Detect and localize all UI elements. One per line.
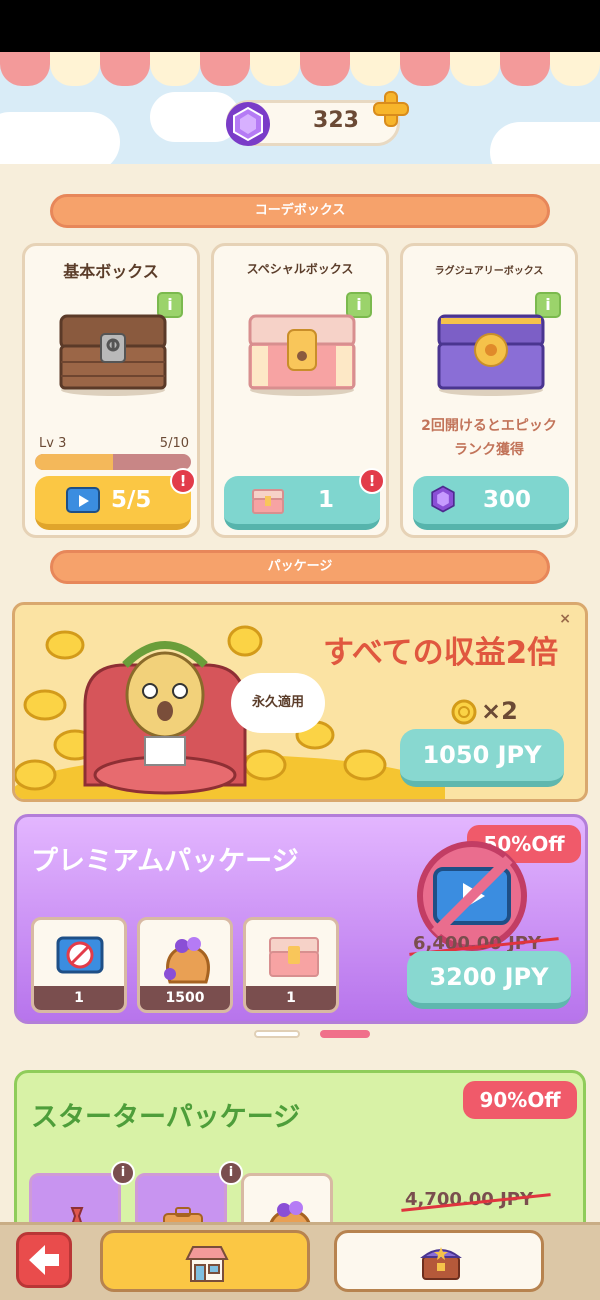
- shop-tab[interactable]: [100, 1230, 310, 1292]
- level-progress-bar: [35, 454, 191, 470]
- premium-package-card[interactable]: プレミアムパッケージ 50%Off 1 1500 1 6,400.00 JPY: [14, 814, 588, 1024]
- special-chest-icon: [248, 314, 356, 396]
- button-label: 5/5: [111, 487, 152, 513]
- add-gems-button[interactable]: [370, 88, 412, 130]
- watch-ad-open-button[interactable]: 5/5: [35, 476, 191, 530]
- status-bar: [0, 0, 600, 52]
- promo-buy-button[interactable]: 1050 JPY: [400, 729, 564, 787]
- starter-package-title: スターターパッケージ: [31, 1102, 301, 1133]
- special-chest-small-icon: [252, 489, 284, 514]
- button-label: 1: [318, 487, 335, 513]
- gem-bag-icon: [164, 937, 210, 984]
- level-progress-fill: [35, 454, 113, 470]
- premium-package-title: プレミアムパッケージ: [31, 846, 299, 877]
- shop-awning: [0, 52, 600, 86]
- promo-title: すべての収益2倍: [323, 635, 559, 671]
- special-chest-item: 1: [243, 917, 339, 1013]
- discount-badge: 90%Off: [463, 1081, 577, 1119]
- special-box-card[interactable]: スペシャルボックス i 1 !: [211, 243, 389, 538]
- shop-icon: [185, 1246, 229, 1282]
- gem-bag-item: 1500: [137, 917, 233, 1013]
- multiplier-text: ×2: [481, 697, 518, 725]
- luxury-box-description: 2回開けるとエピック ランク獲得: [403, 414, 575, 462]
- description-line: ランク獲得: [454, 442, 524, 458]
- video-ad-icon: [66, 487, 100, 513]
- treasure-tab[interactable]: [334, 1230, 544, 1292]
- basic-box-card[interactable]: 基本ボックス i Lv 3 5/10 5/5 !: [22, 243, 200, 538]
- gem-icon: [226, 102, 270, 146]
- luxury-chest-icon: [437, 314, 545, 396]
- item-count: 1: [34, 986, 124, 1010]
- section-title-package: パッケージ: [50, 550, 550, 584]
- special-chest-icon: [269, 937, 319, 977]
- wooden-chest-icon: [59, 314, 167, 396]
- luxury-box-buy-button[interactable]: 300: [413, 476, 569, 530]
- treasure-chest-icon: [420, 1247, 462, 1280]
- level-label: Lv 3: [39, 436, 67, 451]
- no-ads-item: 1: [31, 917, 127, 1013]
- box-title: スペシャルボックス: [246, 262, 354, 276]
- carousel-dot[interactable]: [254, 1030, 300, 1038]
- coin-icon: [451, 699, 477, 725]
- double-earnings-card[interactable]: すべての収益2倍 × 永久適用 ×2 1050 JPY: [12, 602, 588, 802]
- section-title-code-box: コーデボックス: [50, 194, 550, 228]
- alert-badge: !: [170, 468, 196, 494]
- item-count: 1500: [140, 986, 230, 1010]
- carousel-dot-active[interactable]: [320, 1030, 370, 1038]
- no-ads-icon: [56, 936, 104, 974]
- item-count: 1: [246, 986, 336, 1010]
- back-button[interactable]: [16, 1232, 72, 1288]
- info-icon[interactable]: i: [219, 1161, 243, 1185]
- premium-buy-button[interactable]: 3200 JPY: [407, 951, 571, 1009]
- box-title: ラグジュアリーボックス: [434, 266, 544, 277]
- speech-bubble: 永久適用: [231, 673, 325, 733]
- description-line: 2回開けるとエピック: [421, 418, 557, 434]
- level-progress-text: 5/10: [159, 436, 189, 451]
- button-label: 300: [483, 487, 532, 513]
- close-icon[interactable]: ×: [559, 611, 571, 627]
- info-icon[interactable]: i: [111, 1161, 135, 1185]
- gem-icon: [431, 485, 455, 513]
- special-box-open-button[interactable]: 1: [224, 476, 380, 530]
- box-title: 基本ボックス: [63, 262, 159, 281]
- back-arrow-icon: [29, 1245, 59, 1275]
- luxury-box-card[interactable]: ラグジュアリーボックス i 2回開けるとエピック ランク獲得 300: [400, 243, 578, 538]
- alert-badge: !: [359, 468, 385, 494]
